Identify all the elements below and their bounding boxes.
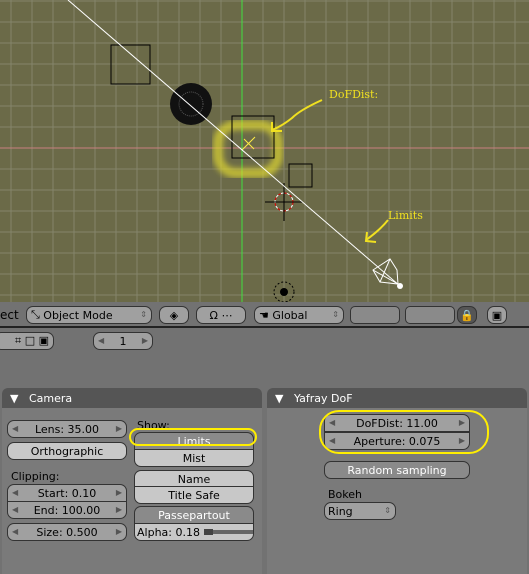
viewport-canvas <box>0 0 529 302</box>
pivot-select[interactable]: Ω ⋯ <box>196 306 246 324</box>
hand-icon: ☚ <box>259 308 273 322</box>
bokeh-label: Bokeh <box>328 488 362 501</box>
dofdist-annotation: DoFDist: <box>329 88 379 101</box>
empty-object <box>280 288 288 296</box>
clipping-label: Clipping: <box>11 470 60 483</box>
bokeh-select[interactable]: Ring ⇕ <box>324 502 396 520</box>
dof-fields-highlight <box>319 410 489 454</box>
collapse-icon: ▼ <box>275 391 294 405</box>
camera-context-icon: ⌗ □ ▣ <box>15 334 49 347</box>
shading-icon: ◈ <box>169 308 179 322</box>
orientation-select[interactable]: ☚ Global ⇕ <box>254 306 344 324</box>
render-icon[interactable]: ▣ <box>487 306 507 324</box>
panel-header[interactable]: ▼ Yafray DoF <box>267 388 527 408</box>
camera-object <box>372 258 399 285</box>
object-mode-icon: ⤡ <box>31 308 44 321</box>
camera-panel: ▼ Camera ◀ Lens: 35.00 ▶ Orthographic Clip… <box>2 388 262 574</box>
draw-type-select[interactable]: ◈ <box>159 306 189 324</box>
limits-annotation: Limits <box>388 209 423 222</box>
yafray-dof-panel: ▼ Yafray DoF ◀ DoFDist: 11.00 ▶ ◀ Aperture:… <box>267 388 527 574</box>
layer-buttons-2[interactable] <box>405 306 455 324</box>
mode-select[interactable]: ⤡ Object Mode ⇕ <box>26 306 152 324</box>
collapse-icon: ▼ <box>10 391 29 405</box>
buttons-header: ⌗ □ ▣ ◀ 1 ▶ <box>0 330 529 354</box>
select-menu[interactable]: ect <box>0 308 19 322</box>
passepartout-toggle[interactable]: Passepartout <box>134 506 254 524</box>
lens-field[interactable]: ◀ Lens: 35.00 ▶ <box>7 420 127 438</box>
context-buttons[interactable]: ⌗ □ ▣ <box>0 332 54 350</box>
updown-icon: ⇕ <box>140 310 147 319</box>
3d-viewport[interactable]: DoFDist: Limits <box>0 0 529 302</box>
small-box <box>288 163 313 188</box>
pivot-icon: Ω ⋯ <box>209 308 233 322</box>
alpha-slider[interactable]: Alpha: 0.18 <box>134 523 254 541</box>
lock-icon[interactable]: 🔒 <box>457 306 477 324</box>
size-field[interactable]: ◀ Size: 0.500 ▶ <box>7 523 127 541</box>
grid <box>0 0 529 302</box>
frame-field[interactable]: ◀ 1 ▶ <box>93 332 153 350</box>
title-safe-toggle[interactable]: Title Safe <box>134 486 254 504</box>
clip-end-field[interactable]: ◀ End: 100.00 ▶ <box>7 501 127 519</box>
viewport-header: ect ⤡ Object Mode ⇕ ◈ Ω ⋯ ☚ Global ⇕ 🔒 ▣ <box>0 302 529 328</box>
clip-start-field[interactable]: ◀ Start: 0.10 ▶ <box>7 484 127 502</box>
mist-toggle[interactable]: Mist <box>134 449 254 467</box>
limits-highlight <box>129 428 257 446</box>
random-sampling-toggle[interactable]: Random sampling <box>324 461 470 479</box>
dof-highlight <box>213 120 283 178</box>
orthographic-toggle[interactable]: Orthographic <box>7 442 127 460</box>
panel-header[interactable]: ▼ Camera <box>2 388 262 408</box>
layer-buttons-1[interactable] <box>350 306 400 324</box>
buttons-window: ▼ Camera ◀ Lens: 35.00 ▶ Orthographic Clip… <box>0 354 529 574</box>
